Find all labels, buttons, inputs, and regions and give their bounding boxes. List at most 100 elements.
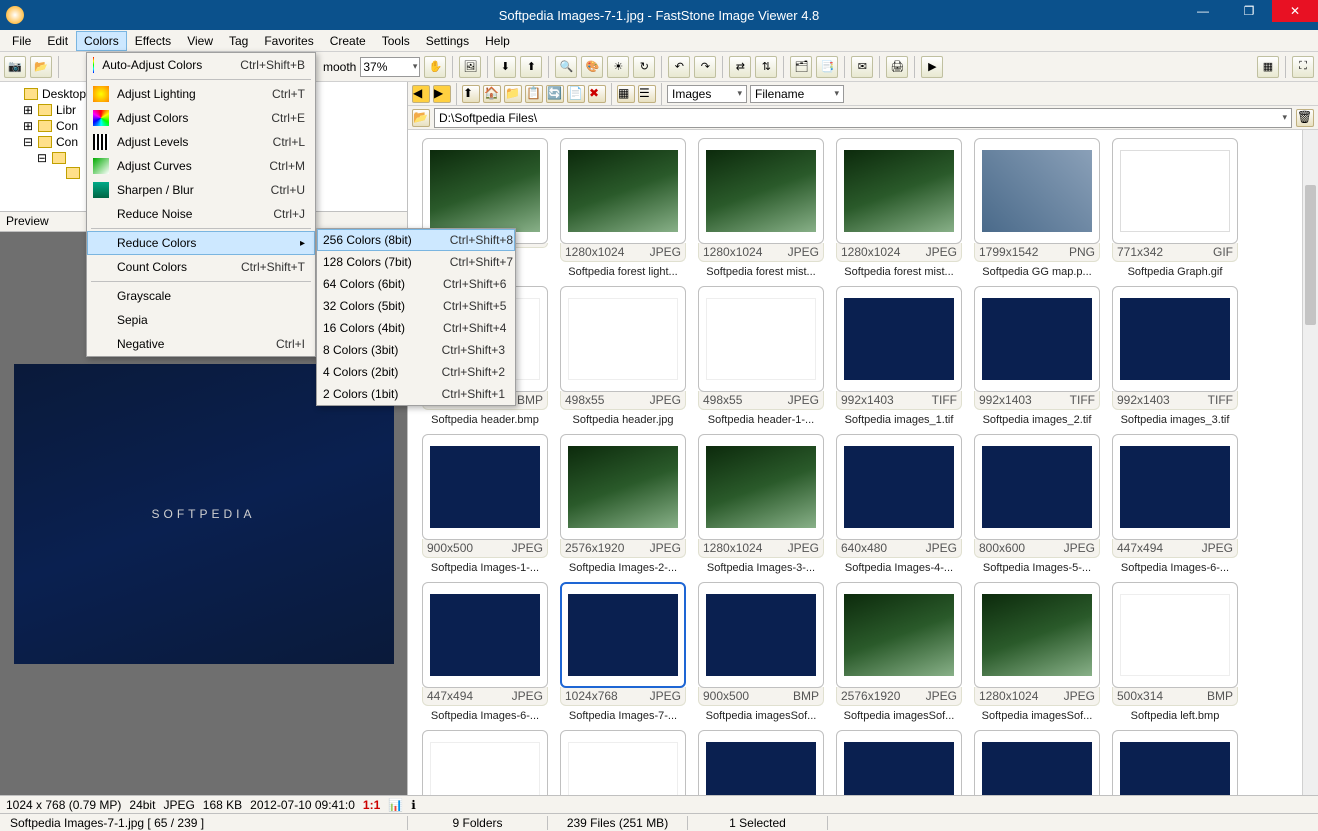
menu-edit[interactable]: Edit bbox=[39, 31, 76, 51]
menu-item-grayscale[interactable]: Grayscale bbox=[87, 284, 315, 308]
submenu-item[interactable]: 16 Colors (4bit)Ctrl+Shift+4 bbox=[317, 317, 515, 339]
print-icon[interactable]: 🖨 bbox=[886, 56, 908, 78]
thumbnail[interactable] bbox=[1110, 730, 1240, 795]
submenu-item[interactable]: 2 Colors (1bit)Ctrl+Shift+1 bbox=[317, 383, 515, 405]
new-folder-icon[interactable]: 📁 bbox=[504, 85, 522, 103]
thumbnail-grid[interactable]: 1280x1024JPEGSoftpedia forest light...12… bbox=[408, 130, 1318, 795]
close-button[interactable]: ✕ bbox=[1272, 0, 1318, 22]
menu-file[interactable]: File bbox=[4, 31, 39, 51]
tool-icon[interactable]: 🔄 bbox=[546, 85, 564, 103]
submenu-item[interactable]: 64 Colors (6bit)Ctrl+Shift+6 bbox=[317, 273, 515, 295]
email-icon[interactable]: ✉ bbox=[851, 56, 873, 78]
thumbnail[interactable]: 992x1403TIFFSoftpedia images_3.tif bbox=[1110, 286, 1240, 426]
menu-item-reduce-colors[interactable]: Reduce Colors▸ bbox=[87, 231, 315, 255]
menu-item-auto-adjust-colors[interactable]: Auto-Adjust ColorsCtrl+Shift+B bbox=[87, 53, 315, 77]
menu-create[interactable]: Create bbox=[322, 31, 374, 51]
thumbnail[interactable]: 2576x1920JPEGSoftpedia imagesSof... bbox=[834, 582, 964, 722]
tool-icon[interactable]: ⬇ bbox=[494, 56, 516, 78]
thumbnail[interactable] bbox=[558, 730, 688, 795]
menu-settings[interactable]: Settings bbox=[418, 31, 477, 51]
menu-item-sharpen-blur[interactable]: Sharpen / BlurCtrl+U bbox=[87, 178, 315, 202]
rotate-right-icon[interactable]: ↷ bbox=[694, 56, 716, 78]
sort-combo[interactable]: Filename▾ bbox=[750, 85, 844, 103]
thumbnail[interactable] bbox=[420, 730, 550, 795]
submenu-item[interactable]: 8 Colors (3bit)Ctrl+Shift+3 bbox=[317, 339, 515, 361]
thumbnail[interactable]: 447x494JPEGSoftpedia Images-6-... bbox=[420, 582, 550, 722]
tool-icon[interactable]: ⬆ bbox=[520, 56, 542, 78]
delete-icon[interactable]: ✖ bbox=[588, 85, 606, 103]
maximize-button[interactable]: ❐ bbox=[1226, 0, 1272, 22]
acquire-icon[interactable]: 📷 bbox=[4, 56, 26, 78]
submenu-item[interactable]: 256 Colors (8bit)Ctrl+Shift+8 bbox=[317, 229, 515, 251]
menu-tag[interactable]: Tag bbox=[221, 31, 256, 51]
menu-effects[interactable]: Effects bbox=[127, 31, 179, 51]
home-icon[interactable]: 🏠 bbox=[483, 85, 501, 103]
menu-item-adjust-curves[interactable]: Adjust CurvesCtrl+M bbox=[87, 154, 315, 178]
tool-icon[interactable]: 🎨 bbox=[581, 56, 603, 78]
scrollbar-thumb[interactable] bbox=[1305, 185, 1316, 325]
menu-item-sepia[interactable]: Sepia bbox=[87, 308, 315, 332]
thumbnail[interactable]: 1024x768JPEGSoftpedia Images-7-... bbox=[558, 582, 688, 722]
up-icon[interactable]: ⬆ bbox=[462, 85, 480, 103]
view-icon[interactable]: ☰ bbox=[638, 85, 656, 103]
path-input[interactable]: D:\Softpedia Files\▾ bbox=[434, 108, 1292, 128]
tool-icon[interactable]: 🔍 bbox=[555, 56, 577, 78]
menu-item-adjust-levels[interactable]: Adjust LevelsCtrl+L bbox=[87, 130, 315, 154]
scrollbar[interactable] bbox=[1302, 130, 1318, 795]
menu-item-adjust-colors[interactable]: Adjust ColorsCtrl+E bbox=[87, 106, 315, 130]
histogram-icon[interactable]: 📊 bbox=[388, 798, 403, 812]
open-icon[interactable]: 📂 bbox=[30, 56, 52, 78]
thumbnail[interactable] bbox=[696, 730, 826, 795]
thumbnail[interactable]: 992x1403TIFFSoftpedia images_2.tif bbox=[972, 286, 1102, 426]
tool-icon[interactable]: ↻ bbox=[633, 56, 655, 78]
fullscreen-icon[interactable]: ⛶ bbox=[1292, 56, 1314, 78]
hand-tool-icon[interactable]: ✋ bbox=[424, 56, 446, 78]
menu-item-reduce-noise[interactable]: Reduce NoiseCtrl+J bbox=[87, 202, 315, 226]
minimize-button[interactable]: — bbox=[1180, 0, 1226, 22]
thumbnail[interactable]: 1799x1542PNGSoftpedia GG map.p... bbox=[972, 138, 1102, 278]
thumbnail[interactable]: 992x1403TIFFSoftpedia images_1.tif bbox=[834, 286, 964, 426]
tool-icon[interactable]: 📑 bbox=[816, 56, 838, 78]
tool-icon[interactable]: 🖼 bbox=[459, 56, 481, 78]
layout-icon[interactable]: ▦ bbox=[1257, 56, 1279, 78]
thumbnail[interactable]: 1280x1024JPEGSoftpedia imagesSof... bbox=[972, 582, 1102, 722]
info-icon[interactable]: ℹ bbox=[411, 798, 416, 812]
tool-icon[interactable]: 🗂 bbox=[790, 56, 812, 78]
menu-tools[interactable]: Tools bbox=[374, 31, 418, 51]
submenu-item[interactable]: 32 Colors (5bit)Ctrl+Shift+5 bbox=[317, 295, 515, 317]
thumbnail[interactable]: 447x494JPEGSoftpedia Images-6-... bbox=[1110, 434, 1240, 574]
menu-item-negative[interactable]: NegativeCtrl+I bbox=[87, 332, 315, 356]
menu-help[interactable]: Help bbox=[477, 31, 518, 51]
submenu-item[interactable]: 128 Colors (7bit)Ctrl+Shift+7 bbox=[317, 251, 515, 273]
flip-v-icon[interactable]: ⇅ bbox=[755, 56, 777, 78]
menu-view[interactable]: View bbox=[179, 31, 221, 51]
thumbnail[interactable]: 498x55JPEGSoftpedia header.jpg bbox=[558, 286, 688, 426]
thumbnail[interactable]: 900x500BMPSoftpedia imagesSof... bbox=[696, 582, 826, 722]
thumbnail[interactable]: 1280x1024JPEGSoftpedia forest mist... bbox=[696, 138, 826, 278]
menu-item-adjust-lighting[interactable]: Adjust LightingCtrl+T bbox=[87, 82, 315, 106]
zoom-combo[interactable]: 37%▾ bbox=[360, 57, 420, 77]
forward-icon[interactable]: ▶ bbox=[433, 85, 451, 103]
thumbnail[interactable]: 900x500JPEGSoftpedia Images-1-... bbox=[420, 434, 550, 574]
thumbnail[interactable]: 1280x1024JPEGSoftpedia Images-3-... bbox=[696, 434, 826, 574]
thumbnail[interactable]: 498x55JPEGSoftpedia header-1-... bbox=[696, 286, 826, 426]
trash-icon[interactable]: 🗑 bbox=[1296, 109, 1314, 127]
tool-icon[interactable]: 📄 bbox=[567, 85, 585, 103]
slideshow-icon[interactable]: ▶ bbox=[921, 56, 943, 78]
thumbnail[interactable]: 500x314BMPSoftpedia left.bmp bbox=[1110, 582, 1240, 722]
thumbnail[interactable]: 2576x1920JPEGSoftpedia Images-2-... bbox=[558, 434, 688, 574]
tool-icon[interactable]: ☀ bbox=[607, 56, 629, 78]
filter-combo[interactable]: Images▾ bbox=[667, 85, 747, 103]
thumbnail[interactable] bbox=[834, 730, 964, 795]
thumbnail[interactable]: 640x480JPEGSoftpedia Images-4-... bbox=[834, 434, 964, 574]
view-icon[interactable]: ▦ bbox=[617, 85, 635, 103]
back-icon[interactable]: ◀ bbox=[412, 85, 430, 103]
menu-favorites[interactable]: Favorites bbox=[256, 31, 321, 51]
menu-item-count-colors[interactable]: Count ColorsCtrl+Shift+T bbox=[87, 255, 315, 279]
thumbnail[interactable]: 771x342GIFSoftpedia Graph.gif bbox=[1110, 138, 1240, 278]
thumbnail[interactable]: 1280x1024JPEGSoftpedia forest light... bbox=[558, 138, 688, 278]
thumbnail[interactable] bbox=[972, 730, 1102, 795]
thumbnail[interactable]: 1280x1024JPEGSoftpedia forest mist... bbox=[834, 138, 964, 278]
rotate-left-icon[interactable]: ↶ bbox=[668, 56, 690, 78]
tool-icon[interactable]: 📋 bbox=[525, 85, 543, 103]
